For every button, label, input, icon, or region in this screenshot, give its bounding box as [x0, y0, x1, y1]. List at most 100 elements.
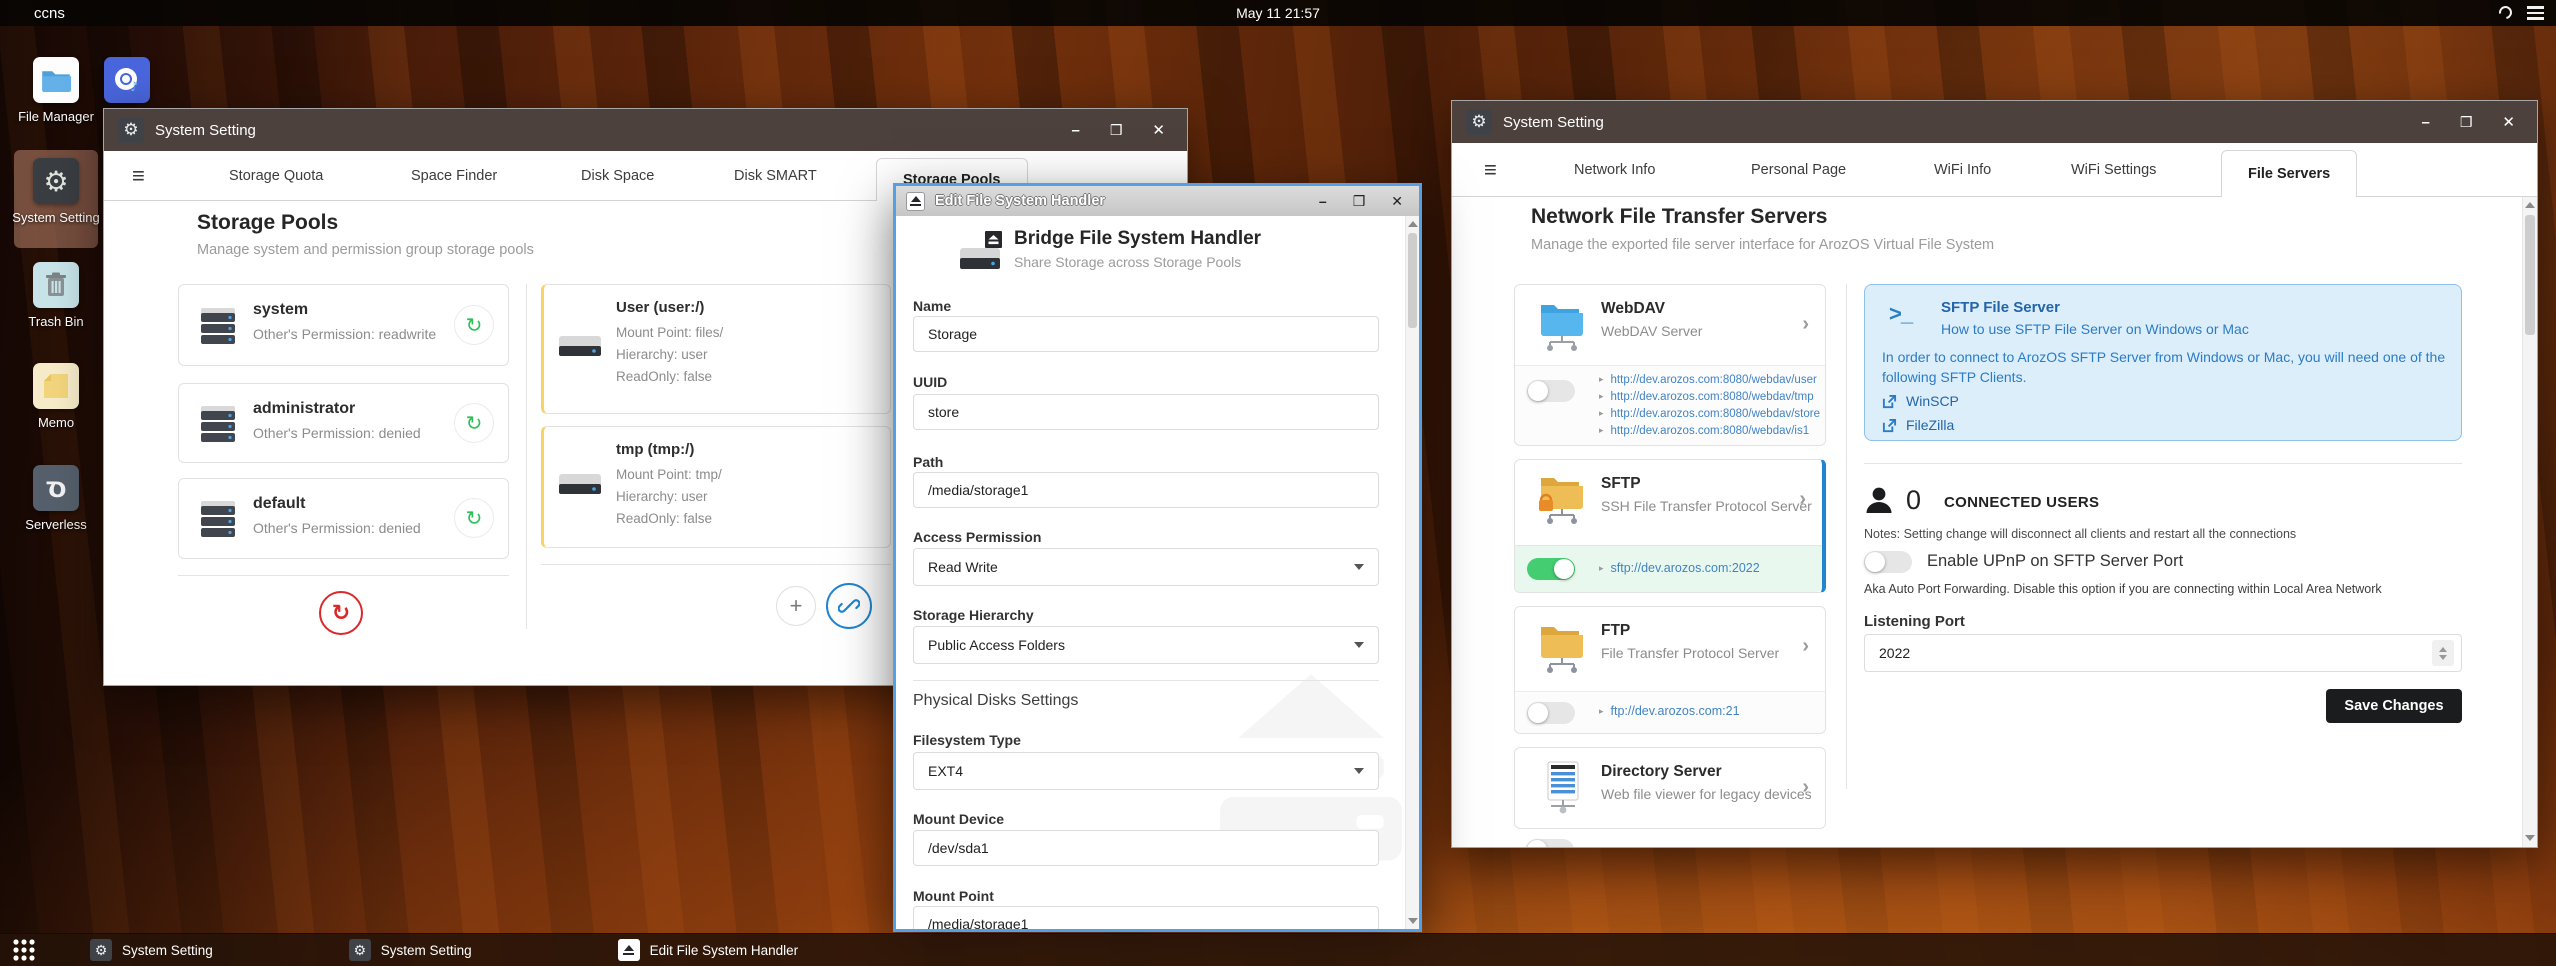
- filesystem-type-value: EXT4: [928, 763, 964, 779]
- directory-list-icon: [1547, 761, 1579, 814]
- pool-card-system[interactable]: system Other's Permission: readwrite ↻: [178, 284, 509, 366]
- scrollbar-vertical[interactable]: [1405, 216, 1419, 929]
- pool-card-administrator[interactable]: administrator Other's Permission: denied…: [178, 383, 509, 463]
- webdav-toggle[interactable]: [1527, 380, 1575, 402]
- tab-storage-quota[interactable]: Storage Quota: [229, 168, 323, 184]
- name-input[interactable]: [913, 316, 1379, 352]
- scrollbar-vertical[interactable]: [2522, 197, 2537, 847]
- uuid-input[interactable]: [913, 394, 1379, 430]
- upnp-toggle[interactable]: [1864, 551, 1912, 573]
- tab-wifi-info[interactable]: WiFi Info: [1934, 162, 1991, 178]
- winscp-link[interactable]: WinSCP: [1882, 393, 1959, 409]
- chevron-right-icon[interactable]: [1799, 488, 1806, 511]
- storage-hierarchy-select[interactable]: Public Access Folders: [913, 626, 1379, 664]
- bridge-fsh-button[interactable]: [826, 583, 872, 629]
- sftp-toggle[interactable]: [1527, 558, 1575, 580]
- desktop-icon-music[interactable]: ♪: [81, 57, 173, 103]
- sftp-url[interactable]: sftp://dev.arozos.com:2022: [1599, 561, 1760, 575]
- gear-icon: ⚙: [348, 939, 371, 961]
- maximize-button[interactable]: [1353, 193, 1366, 210]
- svg-text:♪: ♪: [130, 80, 138, 95]
- connected-users-count: 0: [1906, 485, 1922, 515]
- tab-disk-smart[interactable]: Disk SMART: [734, 168, 817, 184]
- mount-device-input[interactable]: [913, 830, 1379, 866]
- ftp-toggle[interactable]: [1527, 702, 1575, 724]
- close-button[interactable]: [1152, 123, 1165, 138]
- taskbar-item-edit-fsh[interactable]: Edit File System Handler: [610, 934, 807, 966]
- save-changes-button[interactable]: Save Changes: [2326, 689, 2462, 723]
- mount-point-input[interactable]: [913, 906, 1379, 929]
- minimize-button[interactable]: [1319, 193, 1327, 210]
- fsh-card-tmp[interactable]: tmp (tmp:/) Mount Point: tmp/ Hierarchy:…: [541, 426, 891, 548]
- close-button[interactable]: [1391, 193, 1403, 210]
- fsh-mount-point: Mount Point: tmp/: [616, 467, 722, 482]
- upnp-label: Enable UPnP on SFTP Server Port: [1927, 552, 2184, 570]
- menu-hamburger-icon[interactable]: ≡: [1484, 157, 1497, 183]
- desktop-icon-label: File Manager: [18, 109, 94, 124]
- desktop-icon-serverless[interactable]: σ Serverless: [8, 465, 104, 532]
- maximize-button[interactable]: [1110, 123, 1123, 138]
- path-input[interactable]: [913, 472, 1379, 508]
- menu-hamburger-icon[interactable]: ≡: [132, 163, 145, 189]
- refresh-pool-button[interactable]: ↻: [454, 305, 494, 345]
- server-card-ftp[interactable]: FTP File Transfer Protocol Server ftp://…: [1514, 606, 1826, 734]
- desktop-icon-system-setting[interactable]: ⚙ System Setting: [8, 158, 104, 225]
- music-disc-icon: ♪: [104, 57, 150, 103]
- tab-space-finder[interactable]: Space Finder: [411, 168, 497, 184]
- tab-network-info[interactable]: Network Info: [1574, 162, 1655, 178]
- taskbar-item-system-setting-1[interactable]: ⚙ System Setting: [82, 934, 221, 966]
- page-subtitle: Manage system and permission group stora…: [197, 242, 534, 258]
- filesystem-type-select[interactable]: EXT4: [913, 752, 1379, 790]
- chevron-right-icon[interactable]: [1802, 776, 1809, 799]
- server-card-sftp[interactable]: SFTP SSH File Transfer Protocol Server s…: [1514, 459, 1826, 593]
- number-stepper[interactable]: [2432, 640, 2454, 666]
- topbar-menu-icon[interactable]: [2527, 6, 2544, 20]
- close-button[interactable]: [2502, 115, 2515, 130]
- filezilla-link[interactable]: FileZilla: [1882, 417, 1954, 433]
- minimize-button[interactable]: [1072, 123, 1080, 138]
- path-label: Path: [913, 454, 944, 470]
- tab-personal-page[interactable]: Personal Page: [1751, 162, 1846, 178]
- ftp-url[interactable]: ftp://dev.arozos.com:21: [1599, 704, 1740, 718]
- pool-card-default[interactable]: default Other's Permission: denied ↻: [178, 478, 509, 559]
- maximize-button[interactable]: [2460, 115, 2473, 130]
- refresh-pool-button[interactable]: ↻: [454, 403, 494, 443]
- server-desc: Web file viewer for legacy devices: [1601, 786, 1812, 802]
- access-permission-select[interactable]: Read Write: [913, 548, 1379, 586]
- desktop-icon-label: System Setting: [12, 210, 100, 225]
- server-card-webdav[interactable]: WebDAV WebDAV Server http://dev.arozos.c…: [1514, 284, 1826, 446]
- window-titlebar[interactable]: ⚙ System Setting: [1452, 101, 2537, 143]
- arozos-desktop: { "topbar": { "host": "ccns", "clock": "…: [0, 0, 2556, 966]
- add-fsh-button[interactable]: +: [776, 586, 816, 626]
- window-titlebar[interactable]: Edit File System Handler: [896, 186, 1419, 216]
- chevron-right-icon[interactable]: [1802, 635, 1809, 658]
- refresh-pool-button[interactable]: ↻: [454, 498, 494, 538]
- folder-icon: [33, 57, 79, 103]
- tab-wifi-settings[interactable]: WiFi Settings: [2071, 162, 2156, 178]
- chevron-right-icon[interactable]: [1802, 313, 1809, 336]
- tab-disk-space[interactable]: Disk Space: [581, 168, 654, 184]
- taskbar-item-system-setting-2[interactable]: ⚙ System Setting: [341, 934, 480, 966]
- window-titlebar[interactable]: ⚙ System Setting: [104, 109, 1187, 151]
- upnp-description: Aka Auto Port Forwarding. Disable this o…: [1864, 582, 2382, 596]
- webdav-url[interactable]: http://dev.arozos.com:8080/webdav/user: [1599, 374, 1817, 386]
- server-card-directory[interactable]: Directory Server Web file viewer for leg…: [1514, 747, 1826, 829]
- directory-toggle[interactable]: [1526, 839, 1574, 847]
- sftp-folder-lock-icon: [1539, 478, 1583, 524]
- app-grid-icon[interactable]: [12, 938, 36, 962]
- reload-pools-button[interactable]: ↻: [319, 591, 363, 635]
- desktop-icon-trash-bin[interactable]: Trash Bin: [8, 262, 104, 329]
- fsh-readonly: ReadOnly: false: [616, 511, 713, 526]
- minimize-button[interactable]: [2422, 115, 2430, 130]
- desktop-icon-memo[interactable]: Memo: [8, 363, 104, 430]
- bridge-drive-icon: [960, 231, 1002, 269]
- page-title: Storage Pools: [197, 211, 339, 234]
- webdav-url[interactable]: http://dev.arozos.com:8080/webdav/is1: [1599, 425, 1810, 437]
- divider: [1864, 463, 2462, 464]
- listening-port-input[interactable]: [1864, 634, 2462, 672]
- tab-file-servers-active[interactable]: File Servers: [2221, 150, 2358, 197]
- fsh-card-user[interactable]: User (user:/) Mount Point: files/ Hierar…: [541, 284, 891, 414]
- webdav-url[interactable]: http://dev.arozos.com:8080/webdav/store: [1599, 408, 1820, 420]
- webdav-url[interactable]: http://dev.arozos.com:8080/webdav/tmp: [1599, 391, 1814, 403]
- server-rack-icon: [201, 308, 235, 344]
